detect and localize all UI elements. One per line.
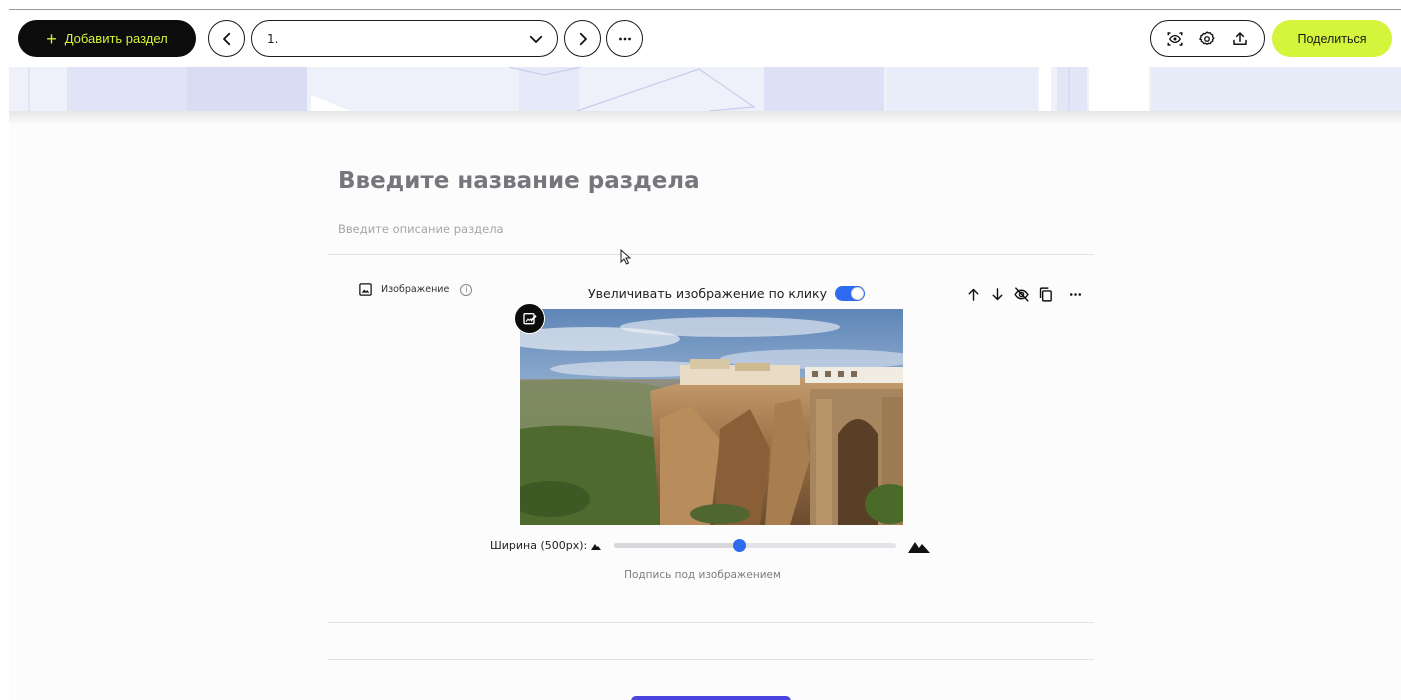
info-icon[interactable]: i (460, 283, 473, 296)
copy-icon (1039, 286, 1052, 302)
gear-icon (1199, 30, 1215, 45)
more-horizontal-icon (618, 37, 631, 40)
eye-scan-icon (1167, 31, 1183, 46)
section-title-input[interactable]: Введите название раздела (338, 168, 700, 194)
top-toolbar: + Добавить раздел 1. Поделиться (9, 10, 1401, 67)
width-slider-thumb[interactable] (732, 539, 746, 552)
next-section-button[interactable] (564, 20, 601, 57)
app-frame: + Добавить раздел 1. Поделиться Введите … (9, 9, 1401, 700)
block-type-text: Изображение (381, 284, 450, 295)
chevron-left-icon (222, 32, 230, 45)
share-button[interactable]: Поделиться (1272, 20, 1392, 57)
plus-icon: + (46, 28, 57, 49)
image-caption-placeholder: Подпись под изображением (624, 569, 781, 581)
image-caption-input[interactable]: Подпись под изображением (9, 569, 1401, 581)
section-select[interactable]: 1. (251, 20, 558, 57)
zoom-on-click-label: Увеличивать изображение по клику (588, 286, 827, 301)
prev-section-button[interactable] (208, 20, 245, 57)
divider (328, 254, 1094, 255)
toolbar-icon-group (1150, 20, 1265, 57)
mountain-small-icon (591, 544, 601, 550)
add-section-button[interactable]: + Добавить раздел (18, 20, 196, 57)
width-slider[interactable] (614, 539, 896, 552)
cliff-town-photo (520, 309, 903, 525)
section-description-input[interactable]: Введите описание раздела (338, 222, 504, 236)
mouse-cursor-icon (620, 249, 631, 265)
banner-pattern (9, 67, 1401, 111)
zoom-on-click-toggle[interactable] (834, 286, 865, 301)
settings-button[interactable] (1196, 28, 1218, 50)
upload-icon (1233, 31, 1247, 45)
move-down-button[interactable] (987, 284, 1007, 304)
chevron-right-icon (579, 32, 587, 45)
block-type-label: Изображение i (358, 282, 473, 297)
move-up-button[interactable] (963, 284, 983, 304)
image-edit-icon (522, 312, 537, 324)
cover-banner (9, 67, 1401, 111)
export-button[interactable] (1229, 28, 1251, 50)
chevron-down-icon (529, 35, 543, 43)
image-icon (359, 283, 372, 296)
more-horizontal-icon (1069, 292, 1081, 296)
section-select-value: 1. (267, 31, 279, 46)
more-options-button[interactable] (606, 20, 643, 57)
width-label: Ширина (500px): (490, 539, 588, 552)
replace-image-button[interactable] (514, 303, 545, 334)
add-section-label: Добавить раздел (64, 31, 168, 46)
block-more-button[interactable] (1065, 284, 1085, 304)
arrow-down-icon (992, 287, 1002, 300)
arrow-up-icon (968, 288, 978, 301)
block-actions (963, 284, 1085, 304)
zoom-on-click-row: Увеличивать изображение по клику (588, 286, 865, 301)
duplicate-block-button[interactable] (1035, 284, 1055, 304)
hide-block-button[interactable] (1011, 284, 1031, 304)
block-image[interactable] (520, 309, 903, 525)
divider (328, 659, 1094, 660)
divider (328, 622, 1094, 623)
banner-shadow (9, 111, 1401, 125)
preview-button[interactable] (1164, 28, 1186, 50)
width-slider-fill (614, 543, 740, 548)
add-block-button[interactable] (631, 696, 791, 700)
mountain-large-icon (908, 542, 930, 553)
eye-off-icon (1013, 286, 1029, 302)
